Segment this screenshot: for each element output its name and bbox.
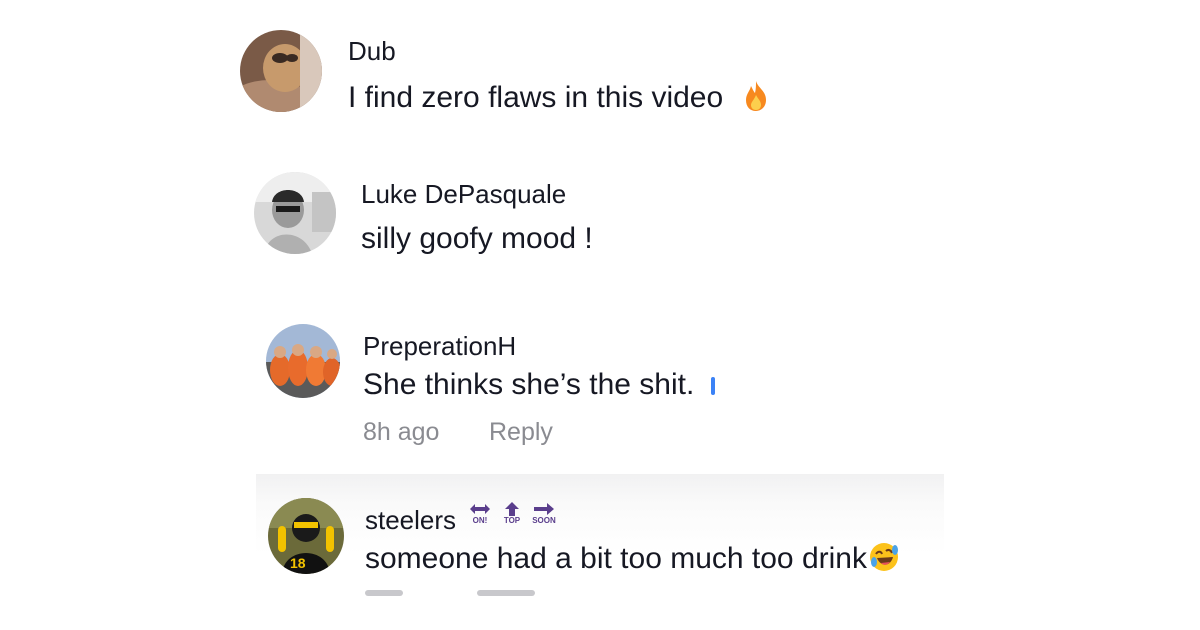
badge-soon: SOON xyxy=(531,502,557,525)
arrow-right-icon xyxy=(534,503,554,515)
avatar[interactable] xyxy=(254,172,336,254)
cutoff-meta-text xyxy=(365,590,535,600)
comment-timestamp: 8h ago xyxy=(363,418,440,446)
svg-text:18: 18 xyxy=(290,555,306,571)
fire-icon xyxy=(742,80,770,118)
user-badges: ON! TOP SOON xyxy=(467,502,557,525)
badge-label: TOP xyxy=(503,516,521,525)
comment-text-content: someone had a bit too much too drink xyxy=(365,541,867,575)
reply-button[interactable]: Reply xyxy=(489,420,553,445)
cutoff-meta-row xyxy=(365,590,585,600)
badge-label: ON! xyxy=(472,516,488,525)
avatar[interactable] xyxy=(266,324,340,398)
comment-text: silly goofy mood ! xyxy=(361,222,593,255)
comment-text: She thinks she’s the shit. xyxy=(363,370,715,400)
double-arrow-icon xyxy=(470,504,490,514)
comment-username[interactable]: steelers xyxy=(365,507,456,533)
comment-text: someone had a bit too much too drink xyxy=(365,542,899,578)
comment-username[interactable]: PreperationH xyxy=(363,333,516,359)
arrow-up-icon xyxy=(505,502,519,516)
badge-label: SOON xyxy=(532,516,556,525)
comment-username[interactable]: Dub xyxy=(348,38,396,64)
badge-on: ON! xyxy=(467,502,493,525)
emoji-cutoff-icon xyxy=(710,377,715,396)
comment-text-content: She thinks she’s the shit. xyxy=(363,368,695,401)
comment-username[interactable]: Luke DePasquale xyxy=(361,181,566,207)
avatar[interactable] xyxy=(240,30,322,112)
avatar[interactable]: 18 xyxy=(268,498,344,574)
comment-text: I find zero flaws in this video xyxy=(348,80,770,118)
rolling-laughing-icon xyxy=(869,542,899,578)
comment-text-content: I find zero flaws in this video xyxy=(348,80,724,114)
badge-top: TOP xyxy=(499,502,525,525)
